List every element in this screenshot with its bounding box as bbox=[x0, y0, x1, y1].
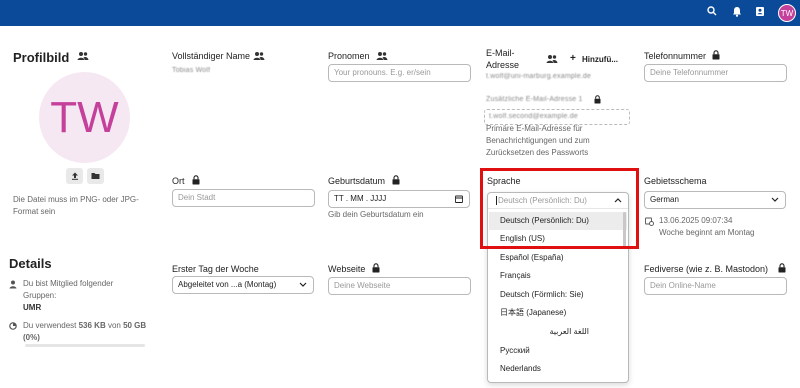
full-name-label: Vollständiger Name bbox=[172, 51, 251, 61]
language-option[interactable]: Deutsch (Förmlich: Sie) bbox=[489, 286, 627, 304]
phone-input[interactable]: Deine Telefonnummer bbox=[644, 64, 787, 82]
add-email-button[interactable]: Hinzufü... bbox=[582, 55, 618, 64]
search-icon[interactable] bbox=[705, 6, 719, 20]
first-day-value: Abgeleitet von ...a (Montag) bbox=[178, 280, 277, 289]
usage-text: Du verwendest 536 KB von 50 GB (0%) bbox=[23, 320, 148, 344]
contacts-icon[interactable] bbox=[753, 6, 767, 20]
language-option[interactable]: Русский bbox=[489, 342, 627, 360]
birthdate-label: Geburtsdatum bbox=[328, 176, 386, 186]
groups-text: Du bist Mitglied folgender Gruppen: bbox=[23, 279, 114, 300]
language-option[interactable]: Español (España) bbox=[489, 249, 627, 267]
clock-calendar-icon bbox=[645, 217, 654, 228]
visibility-people-icon[interactable] bbox=[77, 51, 89, 63]
folder-icon[interactable] bbox=[87, 168, 104, 184]
phone-label: Telefonnummer bbox=[644, 51, 707, 61]
location-label: Ort bbox=[172, 176, 185, 186]
profile-picture-title: Profilbild bbox=[13, 50, 70, 65]
pronouns-input[interactable]: Your pronouns. E.g. er/sein bbox=[328, 64, 471, 82]
usage-used: 536 KB bbox=[78, 321, 106, 330]
full-name-visibility-icon[interactable] bbox=[253, 51, 265, 63]
usage-progress-bar bbox=[25, 344, 145, 347]
locale-select[interactable]: German bbox=[644, 191, 786, 209]
language-option[interactable]: Nederlands bbox=[489, 360, 627, 378]
location-input[interactable]: Dein Stadt bbox=[172, 189, 315, 207]
language-option[interactable]: Français bbox=[489, 267, 627, 285]
upload-icon[interactable] bbox=[66, 168, 83, 184]
fediverse-label: Fediverse (wie z. B. Mastodon) bbox=[644, 264, 769, 274]
website-input[interactable]: Deine Webseite bbox=[328, 277, 471, 295]
pronouns-label: Pronomen bbox=[328, 51, 370, 61]
first-day-label: Erster Tag der Woche bbox=[172, 264, 259, 274]
top-bar: TW bbox=[0, 0, 800, 26]
usage-total: 50 GB bbox=[123, 321, 147, 330]
location-lock-icon bbox=[192, 175, 200, 187]
calendar-icon[interactable] bbox=[455, 191, 463, 207]
usage-mid: von bbox=[105, 321, 124, 330]
email-hint: Primäre E-Mail-Adresse für Benachrichtig… bbox=[486, 124, 590, 157]
website-label: Webseite bbox=[328, 264, 366, 274]
birthdate-value: TT . MM . JJJJ bbox=[334, 194, 387, 203]
usage-percent: (0%) bbox=[23, 333, 40, 342]
email-label: E-Mail-Adresse bbox=[486, 48, 520, 70]
email-lock-icon bbox=[594, 95, 601, 106]
chevron-down-icon[interactable] bbox=[299, 277, 307, 293]
language-option[interactable]: 日本語 (Japanese) bbox=[489, 304, 627, 322]
add-email-icon[interactable]: + bbox=[570, 53, 576, 64]
picture-format-hint: Die Datei muss im PNG- oder JPG-Format s… bbox=[13, 195, 139, 216]
bell-icon[interactable] bbox=[730, 6, 744, 20]
group-name: UMR bbox=[23, 303, 42, 312]
birthdate-lock-icon bbox=[392, 175, 400, 187]
user-icon bbox=[9, 280, 17, 291]
email-additional-value: t.wolf.second@example.de bbox=[489, 113, 578, 120]
pronouns-visibility-icon[interactable] bbox=[376, 51, 388, 63]
email-visibility-icon[interactable] bbox=[546, 54, 558, 66]
fediverse-input[interactable]: Dein Online-Name bbox=[644, 277, 787, 295]
profile-avatar: TW bbox=[39, 72, 130, 163]
email-primary-value[interactable]: t.wolf@uni-marburg.example.de bbox=[486, 73, 626, 80]
birthdate-input[interactable]: TT . MM . JJJJ bbox=[328, 190, 470, 208]
email-secondary-value[interactable]: Zusätzliche E-Mail-Adresse 1 bbox=[486, 96, 591, 103]
full-name-value[interactable]: Tobias Wolf bbox=[172, 67, 210, 74]
locale-value: German bbox=[650, 195, 679, 204]
language-option[interactable]: اللغة العربية bbox=[489, 323, 627, 341]
usage-prefix: Du verwendest bbox=[23, 321, 79, 330]
storage-icon bbox=[9, 322, 17, 332]
locale-time: 13.06.2025 09:07:34 bbox=[659, 216, 733, 225]
chevron-down-icon[interactable] bbox=[771, 192, 779, 208]
highlight-box bbox=[480, 168, 639, 249]
user-avatar[interactable]: TW bbox=[778, 4, 796, 22]
fediverse-lock-icon bbox=[778, 263, 786, 275]
phone-lock-icon bbox=[712, 50, 720, 62]
website-lock-icon bbox=[372, 263, 380, 275]
birthdate-hint: Gib dein Geburtsdatum ein bbox=[328, 210, 424, 219]
details-title: Details bbox=[9, 256, 52, 271]
first-day-select[interactable]: Abgeleitet von ...a (Montag) bbox=[172, 276, 314, 294]
locale-week-start: Woche beginnt am Montag bbox=[659, 228, 755, 237]
locale-label: Gebietsschema bbox=[644, 176, 707, 186]
